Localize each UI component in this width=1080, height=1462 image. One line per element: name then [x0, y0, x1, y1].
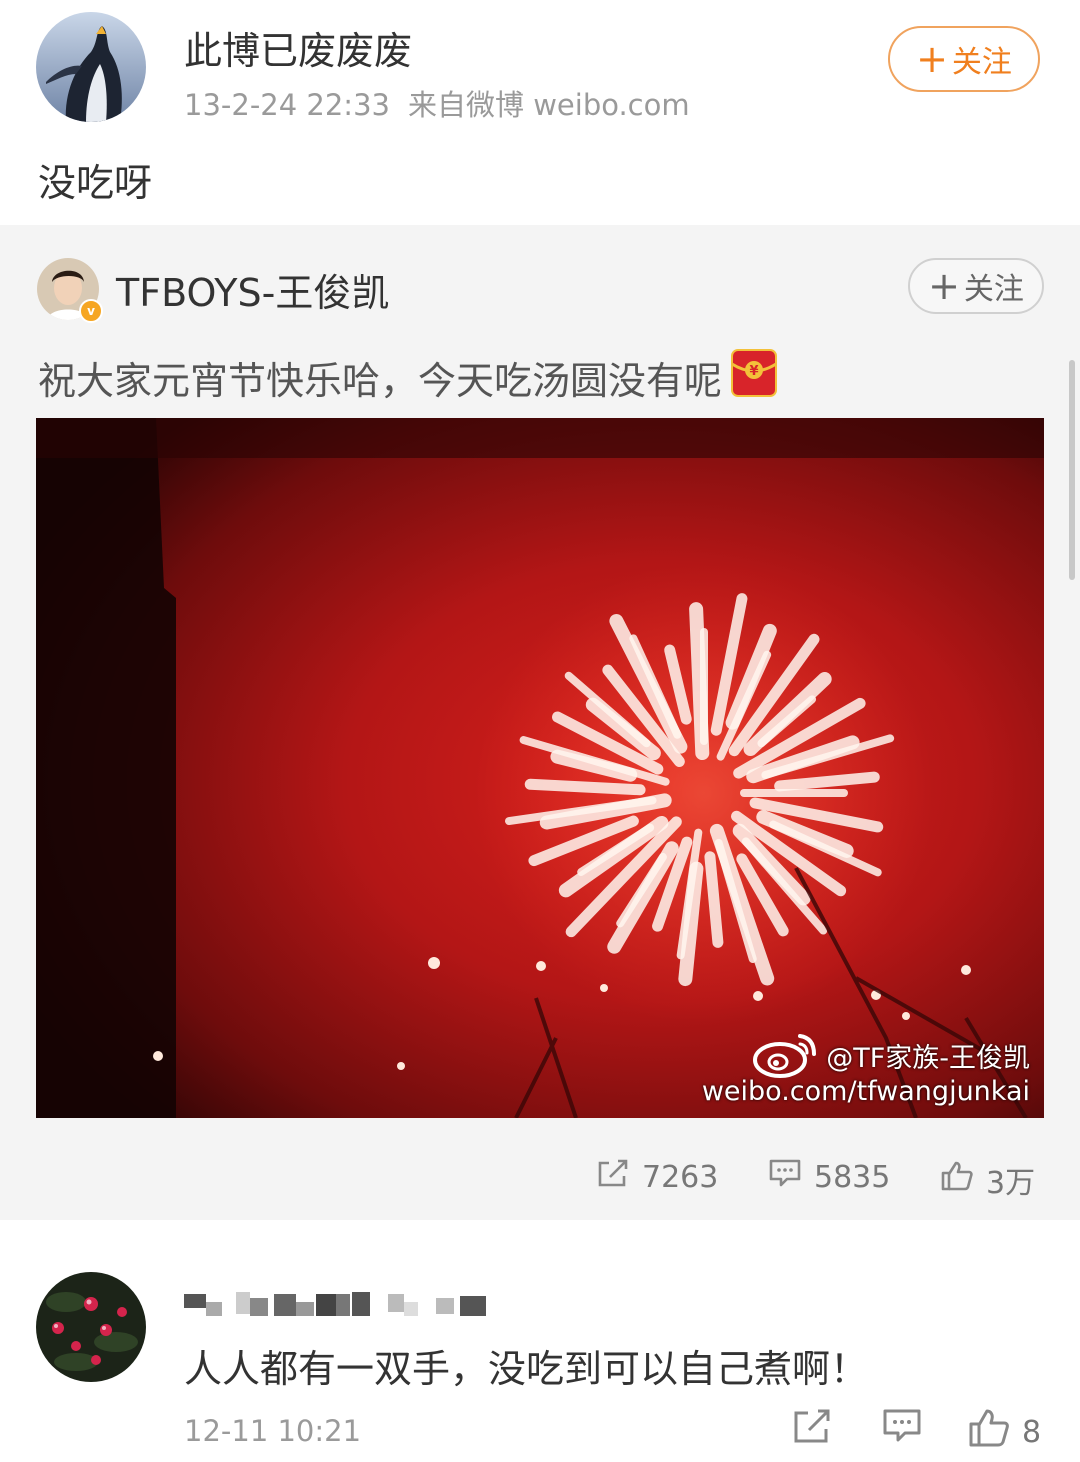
thumbs-up-icon	[940, 1160, 986, 1200]
repost-text: 祝大家元宵节快乐哈，今天吃汤圆没有呢	[38, 359, 723, 403]
red-envelope-emoji-icon: ¥	[728, 348, 780, 407]
comment-count: 5835	[814, 1159, 891, 1195]
plus-icon: +	[928, 264, 960, 308]
weibo-logo-icon	[752, 1028, 824, 1082]
image-watermark: @TF家族-王俊凯 weibo.com/tfwangjunkai	[702, 1022, 1040, 1112]
plus-icon: +	[916, 37, 948, 81]
svg-text:¥: ¥	[749, 364, 758, 379]
commenter-name-redacted	[184, 1288, 494, 1324]
comment-like-count: 8	[1022, 1414, 1042, 1450]
repost-count: 7263	[642, 1159, 719, 1195]
watermark-url: weibo.com/tfwangjunkai	[701, 1076, 1030, 1107]
comment-count-button[interactable]: 5835	[768, 1158, 890, 1196]
comment-repost-button[interactable]	[792, 1408, 832, 1452]
watermark-handle: @TF家族-王俊凯	[826, 1043, 1030, 1074]
comment-text: 人人都有一双手，没吃到可以自己煮啊！	[184, 1347, 869, 1391]
comment-icon	[768, 1158, 814, 1196]
share-icon	[596, 1158, 642, 1196]
like-count-button[interactable]: 3万	[940, 1158, 1035, 1202]
share-icon	[792, 1408, 832, 1452]
repost-follow-button[interactable]: + 关注	[908, 258, 1044, 314]
repost-image-fireworks[interactable]	[36, 418, 1044, 1118]
verified-badge-icon: v	[79, 299, 103, 323]
post-text: 没吃呀	[38, 161, 153, 205]
like-count: 3万	[986, 1166, 1036, 1201]
post-meta: 13-2-24 22:33 来自微博 weibo.com	[184, 82, 690, 124]
comment-reply-button[interactable]	[882, 1408, 922, 1452]
post-time: 13-2-24 22:33	[184, 88, 390, 122]
post-source: 来自微博 weibo.com	[407, 88, 690, 122]
commenter-avatar[interactable]	[36, 1272, 146, 1382]
author-avatar[interactable]	[36, 12, 146, 122]
author-name[interactable]: 此博已废废废	[184, 20, 412, 75]
repost-author-name[interactable]: TFBOYS-王俊凯	[116, 262, 389, 317]
firework-ray	[524, 778, 646, 796]
comment-time: 12-11 10:21	[184, 1414, 362, 1448]
follow-label: 关注	[963, 272, 1024, 307]
repost-count-button[interactable]: 7263	[596, 1158, 718, 1196]
comment-icon	[882, 1408, 922, 1452]
scrollbar-thumb[interactable]	[1069, 360, 1075, 580]
follow-label: 关注	[951, 45, 1012, 80]
comment-like-button[interactable]: 8	[968, 1408, 1041, 1456]
thumbs-up-icon	[968, 1408, 1022, 1456]
repost-text-row: 祝大家元宵节快乐哈，今天吃汤圆没有呢 ¥	[38, 348, 780, 407]
follow-button[interactable]: + 关注	[888, 26, 1040, 92]
